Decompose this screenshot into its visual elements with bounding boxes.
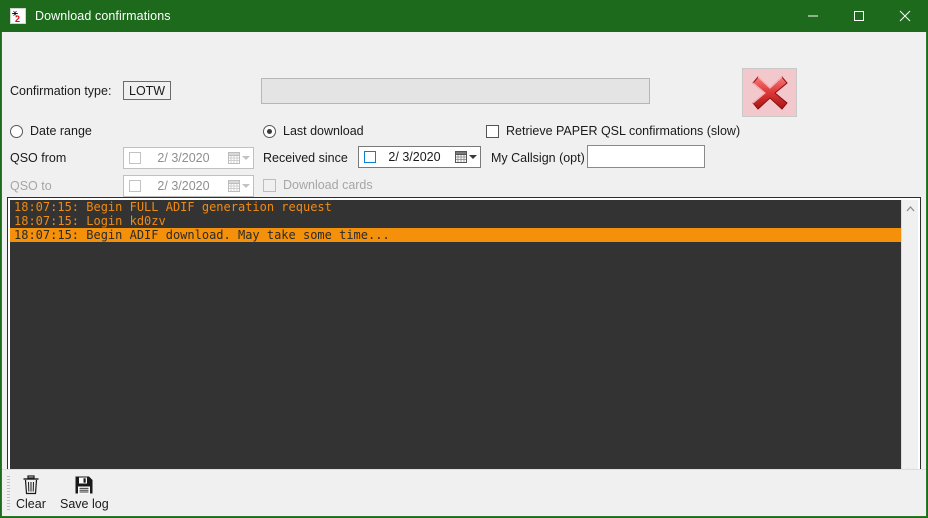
- log-line: 18:07:15: Begin FULL ADIF generation req…: [14, 200, 332, 214]
- save-log-button-label: Save log: [60, 497, 109, 511]
- options-form: Confirmation type: LOTW Date range Last …: [2, 32, 926, 197]
- retrieve-paper-qsl-label: Retrieve PAPER QSL confirmations (slow): [506, 124, 741, 138]
- window-body: Confirmation type: LOTW Date range Last …: [1, 32, 927, 517]
- log-line: 18:07:15: Begin ADIF download. May take …: [10, 228, 901, 242]
- trash-icon: [22, 474, 40, 496]
- my-callsign-input[interactable]: [587, 145, 705, 168]
- radio-last-download[interactable]: Last download: [263, 124, 364, 138]
- save-log-button[interactable]: Save log: [60, 474, 109, 514]
- last-download-radio-indicator: [263, 124, 276, 138]
- window-controls: [790, 0, 928, 32]
- received-since-datepicker[interactable]: 2/ 3/2020: [358, 146, 481, 168]
- confirmation-type-label: Confirmation type:: [10, 84, 112, 98]
- title-bar[interactable]: ⚹ 2 Download confirmations: [0, 0, 928, 32]
- progress-field: [261, 78, 650, 104]
- qso-to-label: QSO to: [10, 179, 52, 193]
- received-since-date-value: 2/ 3/2020: [388, 150, 441, 164]
- received-since-calendar-button[interactable]: [455, 151, 477, 163]
- log-vertical-scrollbar[interactable]: [901, 200, 918, 479]
- retrieve-paper-qsl-checkbox[interactable]: Retrieve PAPER QSL confirmations (slow): [486, 124, 740, 138]
- download-cards-checkbox[interactable]: Download cards: [263, 178, 373, 192]
- my-callsign-label: My Callsign (opt): [491, 151, 585, 165]
- radio-date-range[interactable]: Date range: [10, 124, 92, 138]
- download-confirmations-window: ⚹ 2 Download confirmations Confirmation t…: [0, 0, 928, 518]
- toolbar-grip[interactable]: [7, 476, 10, 511]
- date-range-label: Date range: [30, 124, 92, 138]
- bottom-toolbar: Clear Save log: [2, 469, 926, 516]
- qso-from-calendar-button[interactable]: [228, 152, 250, 164]
- chevron-down-icon: [242, 156, 250, 160]
- minimize-icon[interactable]: [790, 0, 836, 32]
- chevron-down-icon: [469, 155, 477, 159]
- red-x-icon: [751, 75, 788, 110]
- download-cards-box: [263, 178, 276, 192]
- clear-button-label: Clear: [16, 497, 46, 511]
- chevron-up-icon[interactable]: [902, 200, 919, 217]
- log-line: 18:07:15: Login kd0zv: [14, 214, 166, 228]
- window-title: Download confirmations: [35, 9, 171, 23]
- qso-to-calendar-button[interactable]: [228, 180, 250, 192]
- qso-to-datepicker[interactable]: 2/ 3/2020: [123, 175, 254, 197]
- log-output[interactable]: 18:07:15: Begin FULL ADIF generation req…: [10, 200, 901, 479]
- received-since-label: Received since: [263, 151, 348, 165]
- date-range-radio-indicator: [10, 124, 23, 138]
- confirmation-type-select[interactable]: LOTW: [123, 81, 172, 100]
- cancel-button[interactable]: [742, 68, 797, 117]
- chevron-down-icon: [242, 184, 250, 188]
- maximize-icon[interactable]: [836, 0, 882, 32]
- received-since-checkbox[interactable]: [364, 151, 376, 163]
- calendar-icon: [228, 152, 240, 164]
- qso-to-checkbox[interactable]: [129, 180, 141, 192]
- clear-button[interactable]: Clear: [16, 474, 46, 514]
- calendar-icon: [228, 180, 240, 192]
- qso-from-label: QSO from: [10, 151, 67, 165]
- calendar-icon: [455, 151, 467, 163]
- retrieve-paper-qsl-box: [486, 124, 499, 138]
- close-icon[interactable]: [882, 0, 928, 32]
- floppy-disk-icon: [74, 474, 94, 496]
- qso-from-checkbox[interactable]: [129, 152, 141, 164]
- last-download-label: Last download: [283, 124, 364, 138]
- download-cards-label: Download cards: [283, 178, 373, 192]
- qso-from-datepicker[interactable]: 2/ 3/2020: [123, 147, 254, 169]
- qso-from-date-value: 2/ 3/2020: [157, 151, 210, 165]
- antenna-icon: ⚹ 2: [10, 8, 26, 24]
- qso-to-date-value: 2/ 3/2020: [157, 179, 210, 193]
- log-panel: 18:07:15: Begin FULL ADIF generation req…: [7, 197, 921, 496]
